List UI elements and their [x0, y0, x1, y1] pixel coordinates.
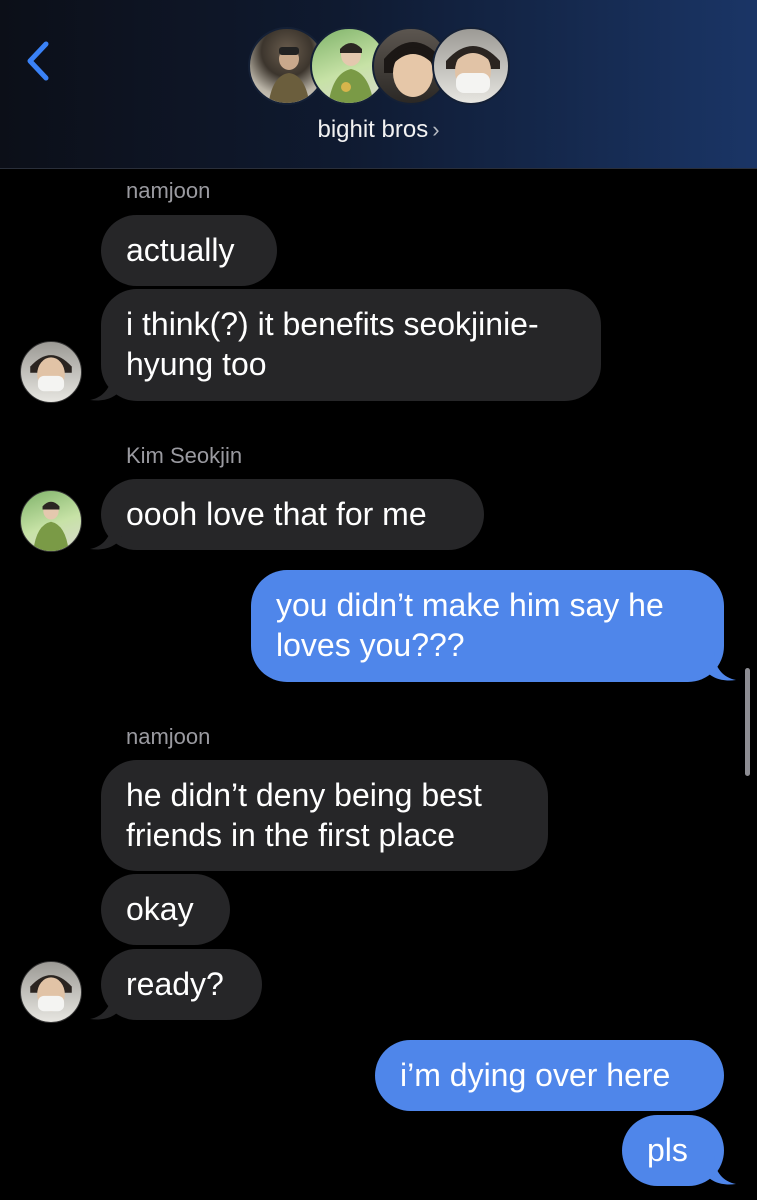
back-button[interactable]	[20, 36, 60, 86]
chevron-left-icon	[27, 41, 49, 81]
message-text: i think(?) it benefits seokjinie-	[126, 306, 539, 342]
member-avatar	[432, 27, 510, 105]
sender-name: Kim Seokjin	[126, 443, 243, 468]
bubble-tail	[704, 652, 736, 681]
message-text: pls	[647, 1132, 688, 1168]
sender-avatar[interactable]	[20, 961, 82, 1023]
message-bubble-incoming[interactable]: okay	[101, 874, 230, 945]
message-bubble-incoming[interactable]: actually	[101, 215, 277, 286]
scrollbar[interactable]	[745, 668, 750, 776]
message-text: okay	[126, 891, 194, 927]
message-text: loves you???	[276, 627, 465, 663]
group-name-button[interactable]: bighit bros ›	[0, 116, 757, 144]
sender-avatar[interactable]	[20, 341, 82, 403]
group-avatar-stack[interactable]	[248, 27, 510, 109]
message-text: actually	[126, 232, 235, 268]
message-bubble-incoming[interactable]: he didn’t deny being best friends in the…	[101, 760, 548, 871]
sender-name: namjoon	[126, 724, 211, 749]
message-text: ready?	[126, 966, 224, 1002]
message-text: you didn’t make him say he	[276, 587, 664, 623]
sender-avatar[interactable]	[20, 490, 82, 552]
sender-name: namjoon	[126, 178, 211, 203]
message-text: hyung too	[126, 346, 267, 382]
message-bubble-incoming[interactable]: ready?	[101, 949, 262, 1020]
group-name: bighit bros	[317, 116, 429, 143]
chevron-right-icon: ›	[432, 117, 440, 142]
message-bubble-outgoing[interactable]: i’m dying over here	[375, 1040, 724, 1111]
conversation-header: bighit bros ›	[0, 0, 757, 169]
bubble-tail	[90, 521, 122, 550]
bubble-tail	[704, 1156, 736, 1185]
message-text: friends in the first place	[126, 817, 456, 853]
bubble-tail	[90, 991, 122, 1020]
message-text: i’m dying over here	[400, 1057, 671, 1093]
bubble-tail	[90, 372, 122, 401]
message-text: he didn’t deny being best	[126, 777, 482, 813]
message-bubble-incoming[interactable]: oooh love that for me	[101, 479, 484, 550]
message-text: oooh love that for me	[126, 496, 427, 532]
message-bubble-incoming[interactable]: i think(?) it benefits seokjinie- hyung …	[101, 289, 601, 401]
message-bubble-outgoing[interactable]: you didn’t make him say he loves you???	[251, 570, 724, 682]
